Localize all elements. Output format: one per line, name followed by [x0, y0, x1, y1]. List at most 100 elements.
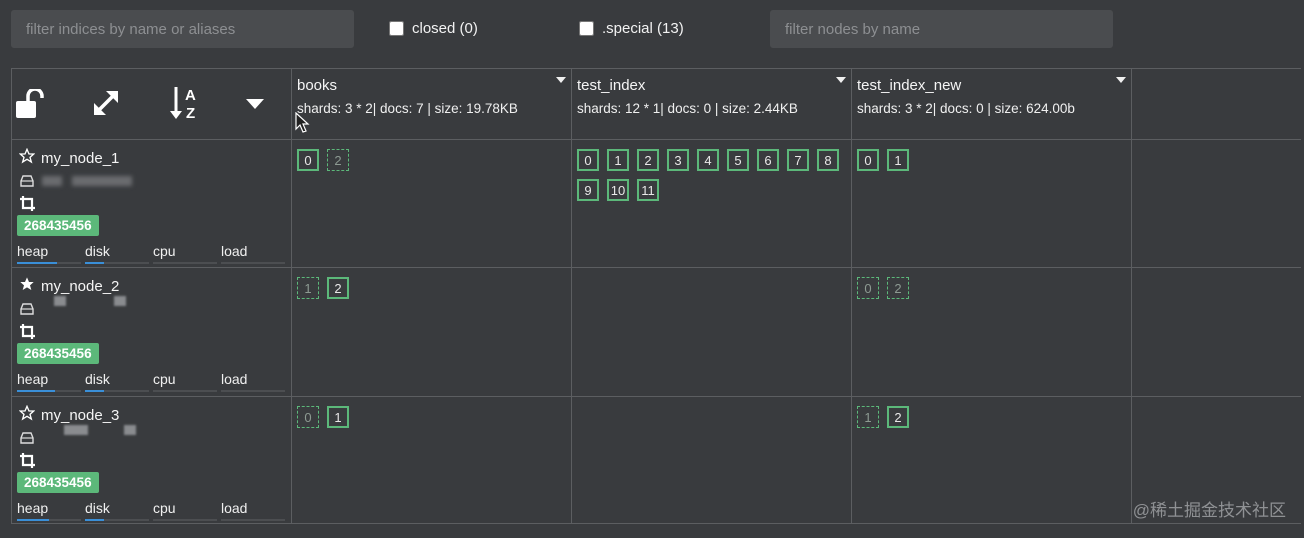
closed-indices-toggle[interactable]: closed (0) [389, 20, 478, 37]
index-header[interactable]: books shards: 3 * 2| docs: 7 | size: 19.7… [292, 69, 571, 139]
index-name[interactable]: test_index [577, 77, 645, 94]
node-name[interactable]: my_node_1 [41, 150, 119, 167]
index-menu-caret-icon[interactable] [1116, 77, 1126, 83]
node-name[interactable]: my_node_2 [41, 278, 119, 295]
metric-label: cpu [153, 500, 176, 516]
primary-shard[interactable]: 8 [817, 149, 839, 171]
special-checkbox[interactable] [579, 21, 594, 36]
metric-bar-fill [85, 519, 105, 521]
primary-shard[interactable]: 2 [637, 149, 659, 171]
metric-bar [221, 262, 285, 264]
metric-bar [85, 519, 149, 521]
index-menu-caret-icon[interactable] [836, 77, 846, 83]
node-name[interactable]: my_node_3 [41, 407, 119, 424]
node-cell: my_node_2 268435456 heap disk cpu load [12, 268, 291, 396]
primary-shard[interactable]: 2 [327, 277, 349, 299]
primary-shard[interactable]: 7 [787, 149, 809, 171]
replica-shard[interactable]: 1 [857, 406, 879, 428]
metric-label: disk [85, 371, 110, 387]
sort-letter-a: A [185, 87, 196, 104]
replica-shard[interactable]: 0 [297, 406, 319, 428]
replica-shard[interactable]: 1 [297, 277, 319, 299]
primary-shard[interactable]: 2 [887, 406, 909, 428]
primary-shard[interactable]: 0 [577, 149, 599, 171]
metric-label: heap [17, 371, 49, 387]
index-header[interactable]: test_index_new shards: 3 * 2| docs: 0 | s… [852, 69, 1131, 139]
special-indices-toggle[interactable]: .special (13) [579, 20, 684, 37]
node-cell: my_node_3 268435456 heap disk cpu load [12, 397, 291, 525]
filter-nodes-input[interactable] [770, 10, 1113, 48]
metric-load: load [221, 371, 285, 392]
unlock-icon[interactable] [15, 89, 47, 119]
primary-shard[interactable]: 1 [607, 149, 629, 171]
node-id-badge: 268435456 [17, 215, 99, 236]
index-menu-caret-icon[interactable] [556, 77, 566, 83]
index-header[interactable]: test_index shards: 12 * 1| docs: 0 | size… [572, 69, 851, 139]
primary-shard[interactable]: 1 [887, 149, 909, 171]
metric-bar-fill [17, 262, 57, 264]
hard-drive-icon [20, 302, 34, 320]
metric-bar [153, 390, 217, 392]
replica-shard[interactable]: 2 [887, 277, 909, 299]
caret-down-icon[interactable] [245, 98, 265, 110]
index-stats: shards: 3 * 2| docs: 0 | size: 624.00b [857, 101, 1075, 116]
closed-label: closed (0) [412, 20, 478, 37]
metric-cpu: cpu [153, 243, 217, 264]
primary-shard[interactable]: 0 [857, 149, 879, 171]
metric-disk: disk [85, 500, 149, 521]
metric-bar [85, 390, 149, 392]
primary-shard[interactable]: 6 [757, 149, 779, 171]
metric-bar [17, 262, 81, 264]
metric-label: disk [85, 500, 110, 516]
sort-letter-z: Z [186, 105, 195, 121]
index-name[interactable]: books [297, 77, 337, 94]
mouse-cursor-icon [295, 112, 310, 133]
metric-label: load [221, 500, 248, 516]
hard-drive-icon [20, 431, 34, 449]
redacted-address [54, 296, 66, 306]
closed-checkbox[interactable] [389, 21, 404, 36]
metric-bar-fill [17, 519, 49, 521]
metric-bar [221, 519, 285, 521]
star-outline-icon [18, 147, 36, 169]
metric-cpu: cpu [153, 371, 217, 392]
primary-shard[interactable]: 10 [607, 179, 629, 201]
primary-shard[interactable]: 1 [327, 406, 349, 428]
primary-shard[interactable]: 3 [667, 149, 689, 171]
metric-heap: heap [17, 371, 81, 392]
primary-shard[interactable]: 9 [577, 179, 599, 201]
metric-load: load [221, 243, 285, 264]
metric-label: load [221, 371, 248, 387]
metric-heap: heap [17, 243, 81, 264]
index-name[interactable]: test_index_new [857, 77, 961, 94]
master-star-icon [19, 276, 35, 297]
primary-shard[interactable]: 11 [637, 179, 659, 201]
index-stats: shards: 3 * 2| docs: 7 | size: 19.78KB [297, 101, 518, 116]
replica-shard[interactable]: 2 [327, 149, 349, 171]
metric-bar-fill [17, 390, 56, 392]
redacted-address [114, 296, 126, 306]
node-id-badge: 268435456 [17, 343, 99, 364]
expand-icon[interactable] [92, 89, 120, 117]
metric-heap: heap [17, 500, 81, 521]
cluster-overview-grid: A Z books shards: 3 * 2| docs: 7 | size: … [11, 68, 1301, 524]
primary-shard[interactable]: 4 [697, 149, 719, 171]
metric-bar [17, 390, 81, 392]
filter-indices-input[interactable] [11, 10, 354, 48]
metric-label: heap [17, 500, 49, 516]
redacted-address [42, 176, 62, 186]
primary-shard[interactable]: 5 [727, 149, 749, 171]
metric-label: disk [85, 243, 110, 259]
metric-cpu: cpu [153, 500, 217, 521]
watermark: @稀土掘金技术社区 [1132, 501, 1286, 520]
redacted-address [64, 425, 88, 435]
redacted-address [124, 425, 136, 435]
crop-icon [20, 453, 35, 473]
crop-icon [20, 196, 35, 216]
primary-shard[interactable]: 0 [297, 149, 319, 171]
redacted-address [72, 176, 132, 186]
node-id-badge: 268435456 [17, 472, 99, 493]
metric-label: cpu [153, 371, 176, 387]
replica-shard[interactable]: 0 [857, 277, 879, 299]
sort-alpha-icon[interactable]: A Z [170, 85, 200, 121]
